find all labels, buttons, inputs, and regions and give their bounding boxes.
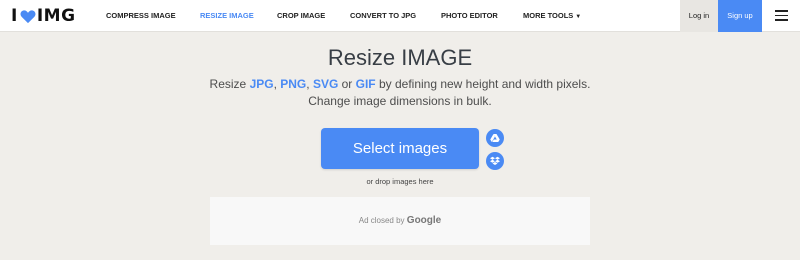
format-jpg: JPG <box>249 77 274 91</box>
google-drive-icon <box>490 134 500 142</box>
drop-hint: or drop images here <box>366 177 434 186</box>
select-images-button[interactable]: Select images <box>321 128 479 169</box>
google-logo: Google <box>406 215 442 226</box>
nav-photo-editor[interactable]: PHOTO EDITOR <box>441 0 498 32</box>
hamburger-icon[interactable] <box>775 10 788 21</box>
more-tools-label: MORE TOOLS <box>523 11 574 20</box>
login-button[interactable]: Log in <box>680 0 718 32</box>
google-drive-button[interactable] <box>486 129 504 147</box>
dropbox-icon <box>490 156 500 165</box>
format-png: PNG <box>280 77 307 91</box>
logo-name: IMG <box>36 6 76 26</box>
dropbox-button[interactable] <box>486 152 504 170</box>
nav-convert-to-jpg[interactable]: CONVERT TO JPG <box>350 0 416 32</box>
signup-button[interactable]: Sign up <box>718 0 762 32</box>
page-title: Resize IMAGE <box>327 45 473 70</box>
format-svg: SVG <box>312 77 339 91</box>
page-subtitle-line2: Change image dimensions in bulk. <box>308 94 492 108</box>
caret-down-icon: ▼ <box>575 14 582 20</box>
heart-icon <box>20 9 36 23</box>
format-gif: GIF <box>355 77 376 91</box>
nav-compress-image[interactable]: COMPRESS IMAGE <box>106 0 176 32</box>
ad-closed-text: Ad closed by Google <box>358 215 442 226</box>
logo-prefix: I <box>11 6 18 26</box>
nav-more-tools[interactable]: MORE TOOLS ▼ <box>523 0 581 32</box>
ad-placeholder: Ad closed by Google <box>210 197 590 245</box>
page-subtitle-line1: Resize JPG, PNG, SVG or GIF by defining … <box>209 77 591 91</box>
nav-crop-image[interactable]: CROP IMAGE <box>277 0 325 32</box>
nav-resize-image[interactable]: RESIZE IMAGE <box>200 0 254 32</box>
ilovimg-logo[interactable]: I IMG <box>11 6 76 26</box>
top-navbar: I IMG COMPRESS IMAGE RESIZE IMAGE CROP I… <box>0 0 800 32</box>
